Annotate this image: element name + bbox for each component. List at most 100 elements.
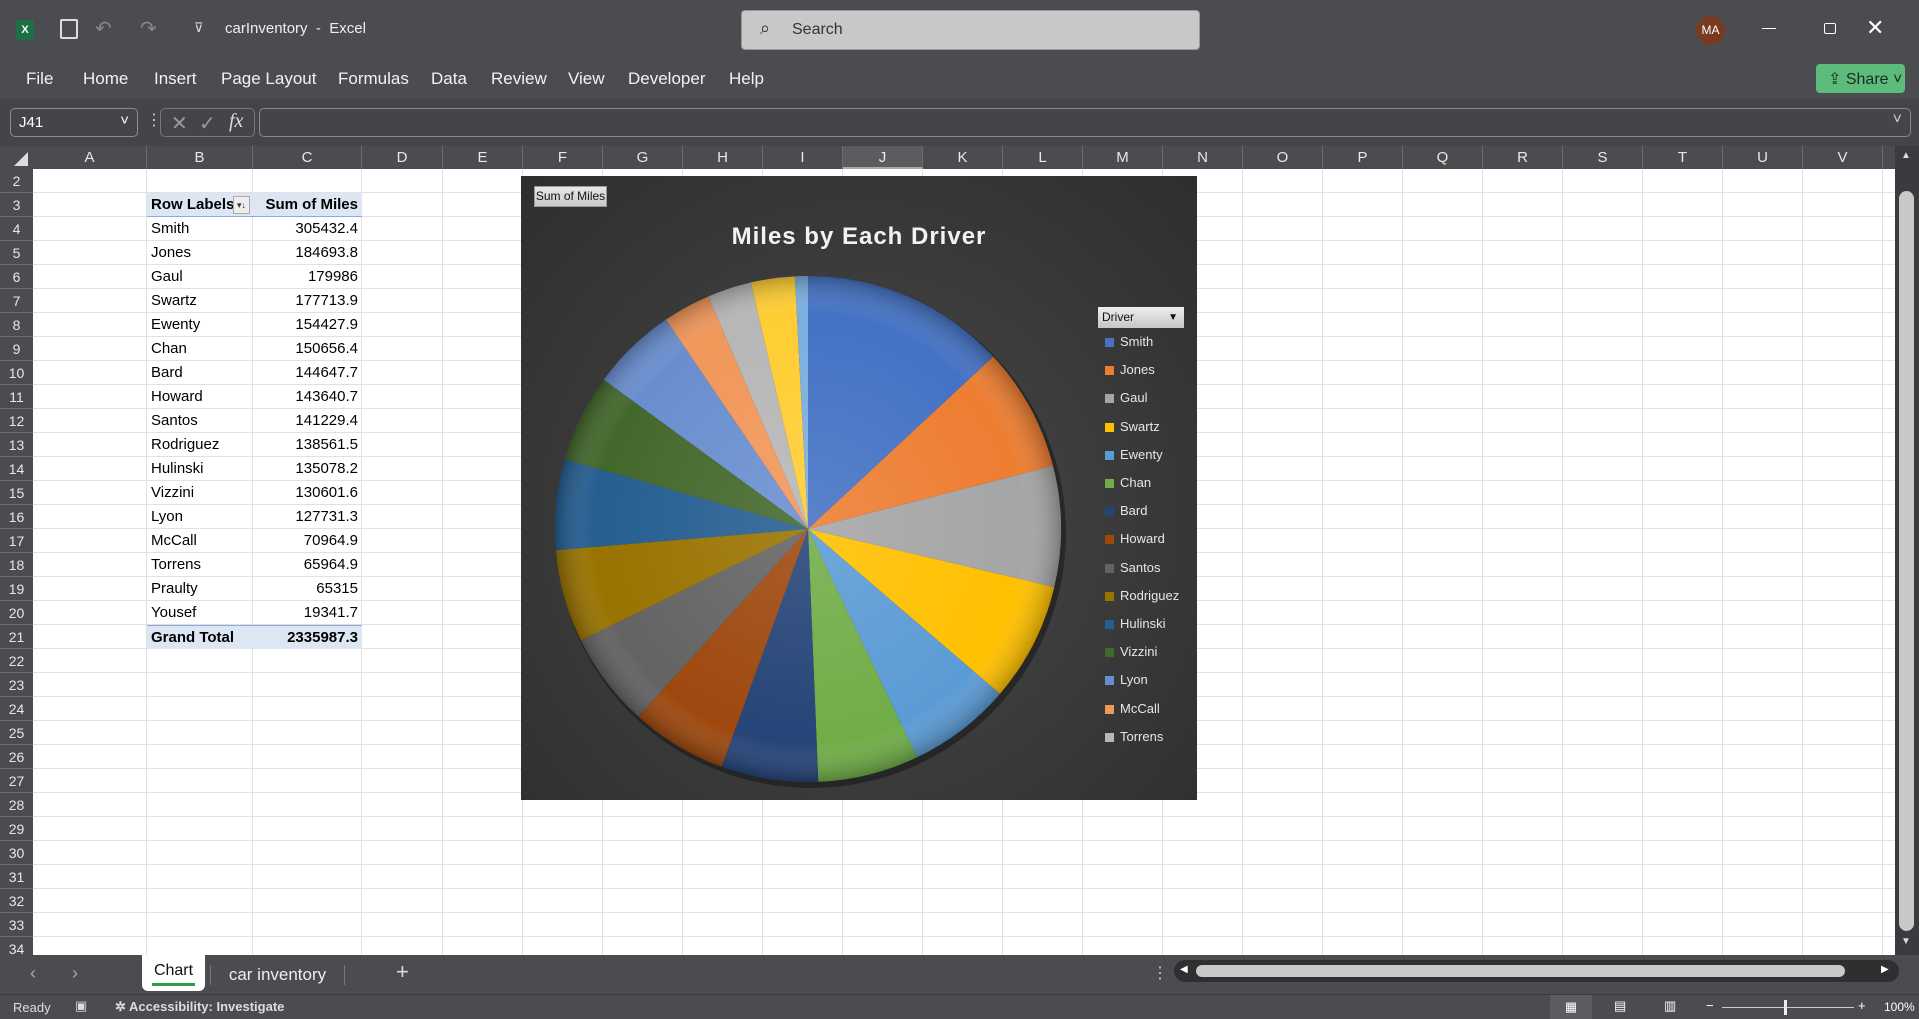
row-header-23[interactable]: 23	[0, 673, 33, 697]
legend-item-vizzini[interactable]: Vizzini	[1105, 643, 1157, 661]
pivot-row-value[interactable]: 19341.7	[253, 601, 362, 625]
row-header-20[interactable]: 20	[0, 601, 33, 625]
row-header-7[interactable]: 7	[0, 289, 33, 313]
page-break-view-icon[interactable]: ▥	[1664, 998, 1676, 1014]
pie-chart[interactable]: Sum of Miles Miles by Each Driver Driver…	[521, 176, 1197, 800]
scroll-left-icon[interactable]: ◀	[1180, 964, 1188, 975]
cancel-icon[interactable]: ✕	[171, 111, 188, 136]
legend-item-howard[interactable]: Howard	[1105, 530, 1165, 548]
prev-sheet-icon[interactable]: ‹	[30, 963, 36, 984]
row-header-8[interactable]: 8	[0, 313, 33, 337]
menu-home[interactable]: Home	[83, 69, 128, 89]
legend-field-button[interactable]: Driver ▼	[1098, 307, 1184, 328]
redo-icon[interactable]: ↷	[140, 16, 157, 41]
row-header-18[interactable]: 18	[0, 553, 33, 577]
menu-formulas[interactable]: Formulas	[338, 69, 409, 89]
column-header-d[interactable]: D	[362, 146, 443, 169]
legend-item-smith[interactable]: Smith	[1105, 333, 1153, 351]
menu-insert[interactable]: Insert	[154, 69, 197, 89]
pivot-row-value[interactable]: 135078.2	[253, 457, 362, 481]
pivot-filter-button[interactable]: ▾↓	[233, 196, 250, 214]
legend-item-lyon[interactable]: Lyon	[1105, 671, 1148, 689]
legend-item-rodriguez[interactable]: Rodriguez	[1105, 587, 1179, 605]
row-header-33[interactable]: 33	[0, 913, 33, 937]
column-header-r[interactable]: R	[1483, 146, 1563, 169]
column-header-n[interactable]: N	[1163, 146, 1243, 169]
row-header-21[interactable]: 21	[0, 625, 33, 649]
column-header-e[interactable]: E	[443, 146, 523, 169]
accessibility-status[interactable]: ✲ Accessibility: Investigate	[115, 999, 284, 1015]
pivot-row-label[interactable]: Swartz	[147, 289, 253, 313]
enter-icon[interactable]: ✓	[199, 111, 216, 136]
scroll-down-icon[interactable]: ▼	[1901, 936, 1911, 947]
macro-record-icon[interactable]: ▣	[75, 998, 87, 1014]
legend-item-bard[interactable]: Bard	[1105, 502, 1147, 520]
column-header-u[interactable]: U	[1723, 146, 1803, 169]
pivot-row-label[interactable]: Santos	[147, 409, 253, 433]
pivot-row-value[interactable]: 130601.6	[253, 481, 362, 505]
vertical-scrollbar[interactable]: ▲ ▼	[1895, 146, 1919, 955]
row-header-9[interactable]: 9	[0, 337, 33, 361]
pivot-row-value[interactable]: 154427.9	[253, 313, 362, 337]
column-header-c[interactable]: C	[253, 146, 362, 169]
zoom-in-button[interactable]: +	[1858, 998, 1866, 1013]
pivot-row-label[interactable]: Bard	[147, 361, 253, 385]
pivot-row-value[interactable]: 127731.3	[253, 505, 362, 529]
row-header-6[interactable]: 6	[0, 265, 33, 289]
pivot-row-value[interactable]: 179986	[253, 265, 362, 289]
row-header-27[interactable]: 27	[0, 769, 33, 793]
next-sheet-icon[interactable]: ›	[72, 963, 78, 984]
row-header-29[interactable]: 29	[0, 817, 33, 841]
row-header-5[interactable]: 5	[0, 241, 33, 265]
column-header-v[interactable]: V	[1803, 146, 1883, 169]
pivot-row-value[interactable]: 141229.4	[253, 409, 362, 433]
column-header-m[interactable]: M	[1083, 146, 1163, 169]
horizontal-scrollbar[interactable]: ◀ ▶	[1174, 960, 1899, 982]
column-header-k[interactable]: K	[923, 146, 1003, 169]
sheet-tab-car-inventory[interactable]: car inventory	[210, 965, 345, 985]
row-header-4[interactable]: 4	[0, 217, 33, 241]
pivot-row-label[interactable]: Yousef	[147, 601, 253, 625]
pivot-row-value[interactable]: 65964.9	[253, 553, 362, 577]
insert-function-icon[interactable]: fx	[229, 110, 243, 133]
pivot-row-label[interactable]: McCall	[147, 529, 253, 553]
save-icon[interactable]	[60, 19, 78, 39]
column-header-a[interactable]: A	[33, 146, 147, 169]
pivot-row-label[interactable]: Ewenty	[147, 313, 253, 337]
legend-item-torrens[interactable]: Torrens	[1105, 728, 1163, 746]
pivot-row-value[interactable]: 70964.9	[253, 529, 362, 553]
zoom-slider[interactable]	[1722, 1007, 1854, 1008]
zoom-slider-thumb[interactable]	[1784, 1000, 1787, 1015]
legend-item-hulinski[interactable]: Hulinski	[1105, 615, 1166, 633]
legend-item-mccall[interactable]: McCall	[1105, 700, 1160, 718]
row-header-17[interactable]: 17	[0, 529, 33, 553]
zoom-level[interactable]: 100%	[1884, 1000, 1915, 1014]
pivot-row-value[interactable]: 143640.7	[253, 385, 362, 409]
legend-item-jones[interactable]: Jones	[1105, 361, 1155, 379]
column-header-p[interactable]: P	[1323, 146, 1403, 169]
row-header-2[interactable]: 2	[0, 169, 33, 193]
column-header-t[interactable]: T	[1643, 146, 1723, 169]
pivot-row-value[interactable]: 138561.5	[253, 433, 362, 457]
scroll-thumb[interactable]	[1899, 191, 1914, 931]
expand-formula-icon[interactable]: ˅	[1893, 111, 1902, 129]
page-layout-view-icon[interactable]: ▤	[1614, 998, 1626, 1014]
row-header-15[interactable]: 15	[0, 481, 33, 505]
row-header-34[interactable]: 34	[0, 937, 33, 955]
row-header-28[interactable]: 28	[0, 793, 33, 817]
pivot-row-label[interactable]: Lyon	[147, 505, 253, 529]
avatar[interactable]: MA	[1696, 16, 1725, 45]
row-header-22[interactable]: 22	[0, 649, 33, 673]
pivot-row-label[interactable]: Smith	[147, 217, 253, 241]
menu-file[interactable]: File	[26, 69, 53, 89]
menu-review[interactable]: Review	[491, 69, 547, 89]
row-header-3[interactable]: 3	[0, 193, 33, 217]
column-header-j[interactable]: J	[843, 146, 923, 169]
row-header-14[interactable]: 14	[0, 457, 33, 481]
select-all-button[interactable]	[14, 152, 28, 166]
legend-item-gaul[interactable]: Gaul	[1105, 389, 1147, 407]
row-header-30[interactable]: 30	[0, 841, 33, 865]
pivot-row-value[interactable]: 305432.4	[253, 217, 362, 241]
pivot-row-value[interactable]: 150656.4	[253, 337, 362, 361]
normal-view-icon[interactable]: ▦	[1550, 995, 1592, 1019]
